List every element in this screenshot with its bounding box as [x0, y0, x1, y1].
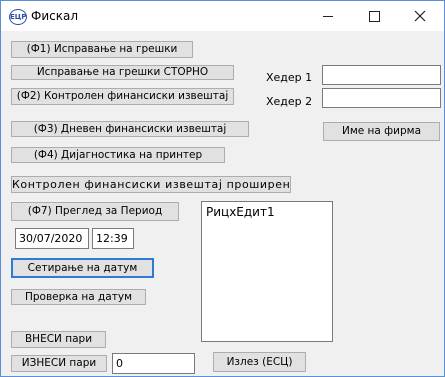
cash-in-button[interactable]: ВНЕСИ пари [11, 331, 106, 348]
set-date-button[interactable]: Сетирање на датум [11, 258, 154, 278]
f7-period-review-button[interactable]: (Ф7) Преглед за Период [11, 202, 179, 221]
control-report-extended-button[interactable]: Контролен финансиски извештај проширен [11, 176, 291, 193]
fiscal-window: ЕЦР Фискал (Ф1) Исправање на грешки Испр… [0, 0, 445, 377]
close-button[interactable] [397, 1, 443, 31]
header1-label: Хедер 1 [266, 71, 313, 84]
cash-amount-field[interactable]: 0 [112, 353, 195, 374]
f1-error-correction-button[interactable]: (Ф1) Исправање на грешки [11, 41, 193, 58]
company-name-button[interactable]: Име на фирма [323, 122, 440, 141]
check-date-button[interactable]: Проверка на датум [11, 289, 146, 305]
f4-printer-diagnostics-button[interactable]: (Ф4) Дијагностика на принтер [11, 147, 225, 163]
rich-edit-memo[interactable]: РицхЕдит1 [201, 201, 333, 342]
maximize-icon [369, 11, 380, 22]
header2-label: Хедер 2 [266, 95, 313, 108]
title-bar: ЕЦР Фискал [1, 1, 444, 31]
maximize-button[interactable] [351, 1, 397, 31]
minimize-button[interactable] [305, 1, 351, 31]
header1-input[interactable] [322, 65, 441, 85]
app-icon: ЕЦР [9, 9, 27, 25]
minimize-icon [323, 16, 333, 17]
time-field[interactable]: 12:39 [92, 228, 134, 249]
date-field[interactable]: 30/07/2020 [15, 228, 89, 249]
close-icon [414, 10, 426, 22]
storno-correction-button[interactable]: Исправање на грешки СТОРНО [11, 65, 234, 80]
exit-button[interactable]: Излез (ЕСЦ) [213, 352, 306, 372]
header2-input[interactable] [322, 88, 441, 108]
cash-out-button[interactable]: ИЗНЕСИ пари [11, 355, 107, 372]
f3-daily-report-button[interactable]: (Ф3) Дневен финансиски извештај [11, 121, 249, 137]
f2-control-report-button[interactable]: (Ф2) Контролен финансиски извештај [11, 88, 234, 105]
window-title: Фискал [31, 9, 78, 23]
